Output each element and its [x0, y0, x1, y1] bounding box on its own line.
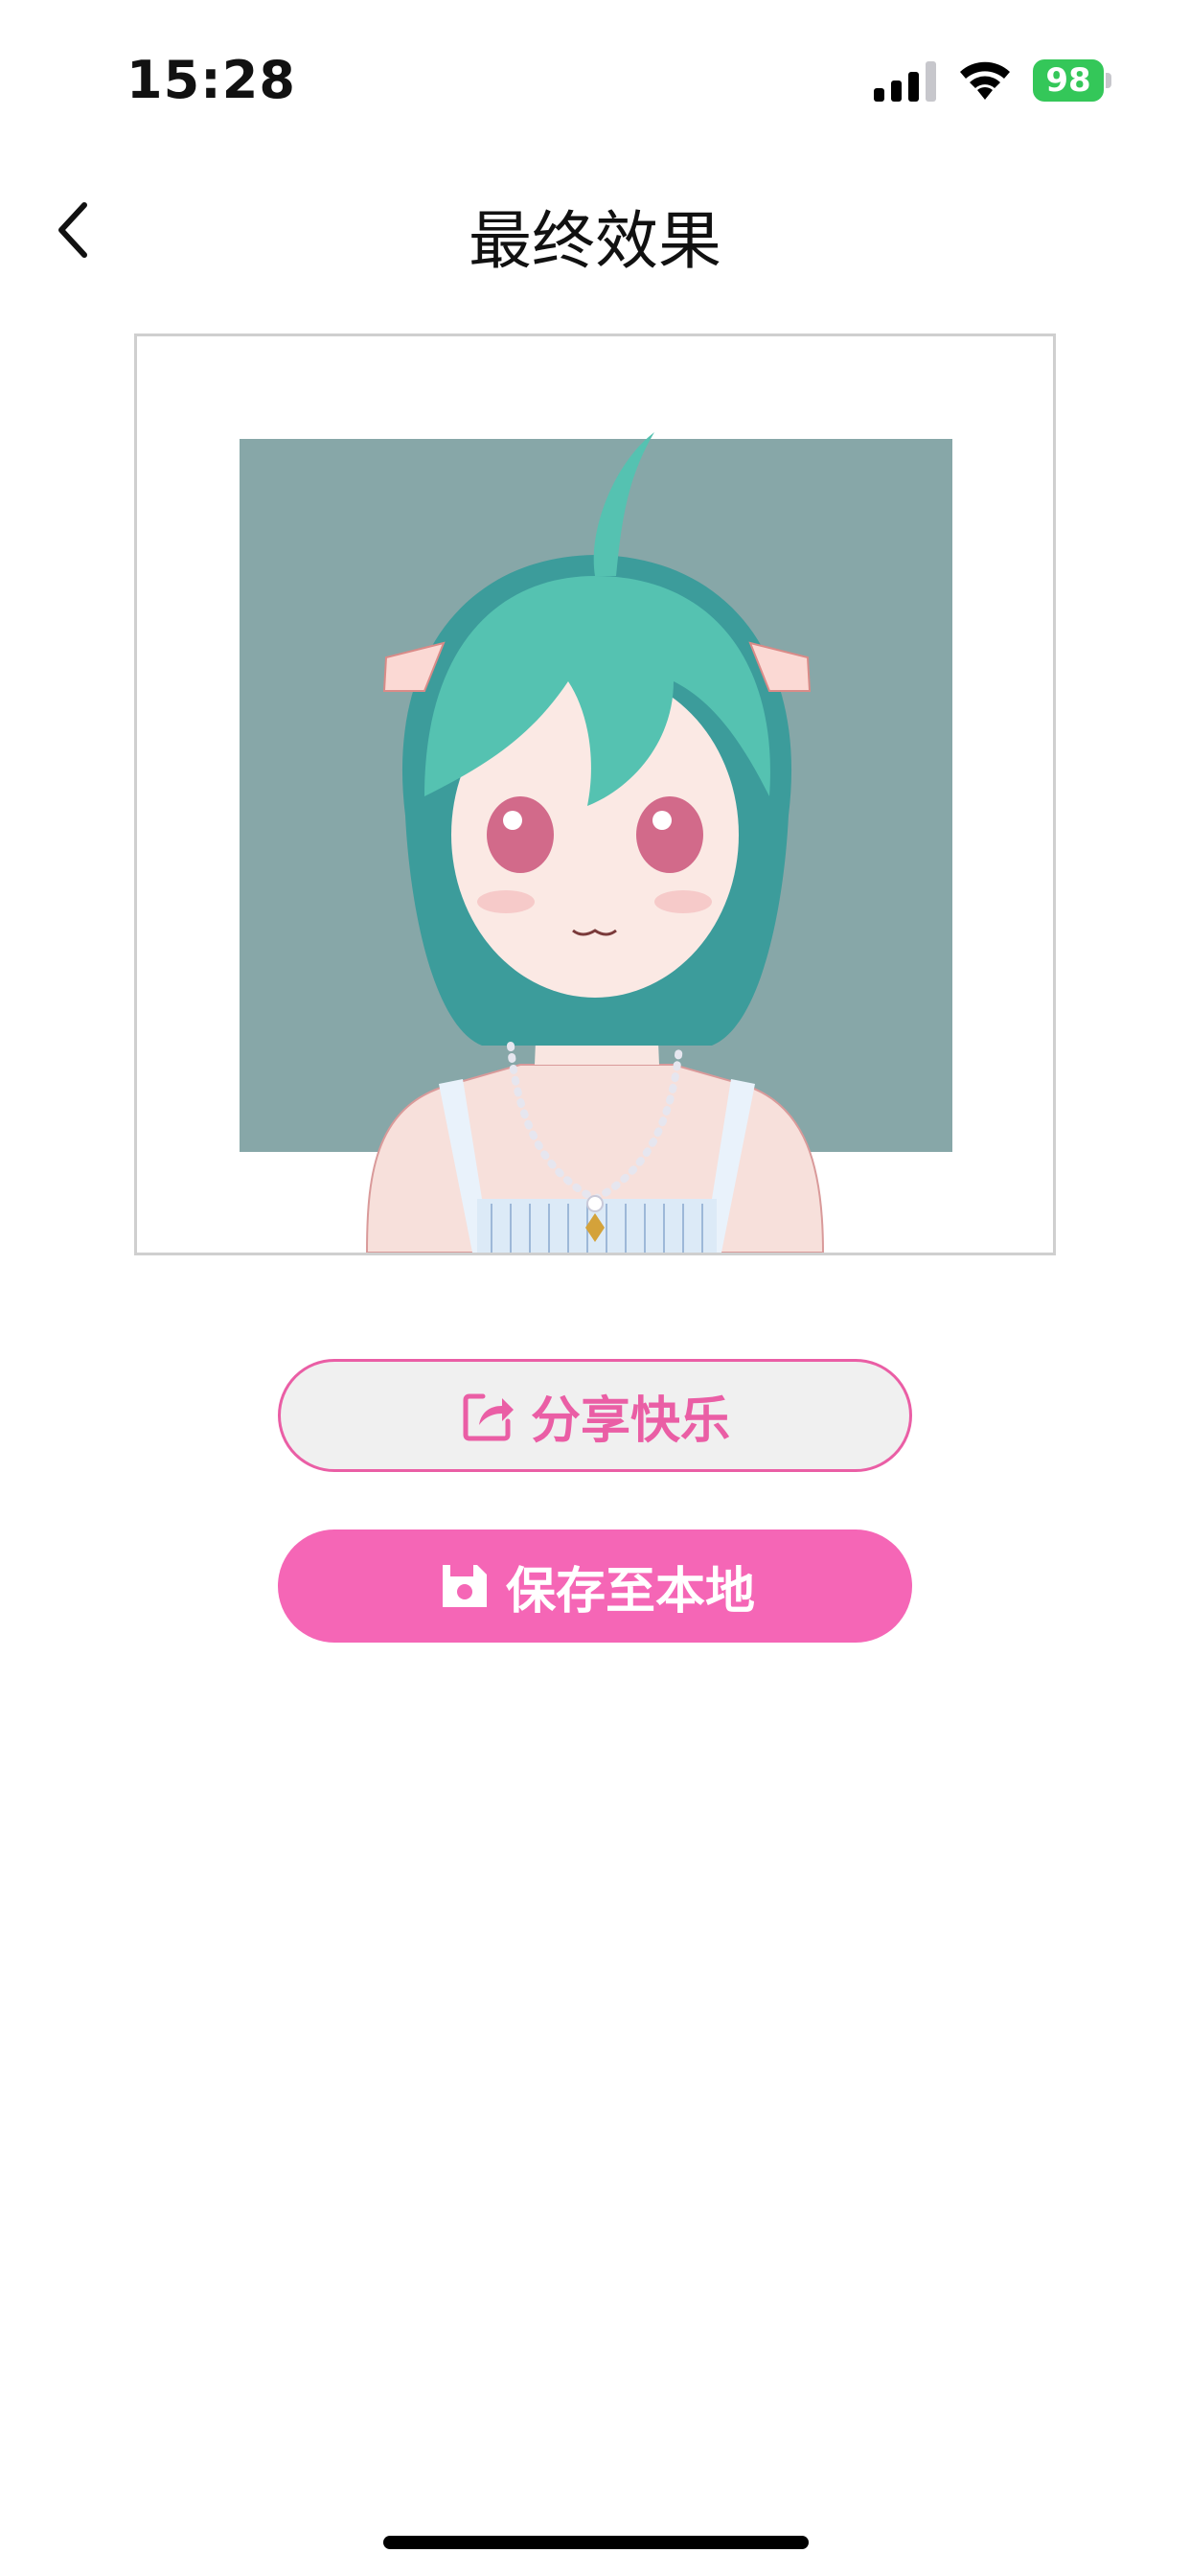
avatar-frame [134, 334, 1056, 1255]
battery-level: 98 [1033, 59, 1104, 102]
wifi-icon [960, 61, 1010, 100]
save-icon [442, 1565, 487, 1607]
share-icon [463, 1393, 514, 1441]
save-button[interactable]: 保存至本地 [278, 1530, 912, 1643]
share-button-label: 分享快乐 [530, 1392, 730, 1450]
status-time: 15:28 [126, 50, 296, 110]
avatar-illustration [365, 432, 825, 1253]
nav-bar: 最终效果 [0, 163, 1190, 288]
battery-icon: 98 [1033, 59, 1111, 102]
cellular-signal-icon [874, 61, 936, 102]
save-button-label: 保存至本地 [505, 1562, 755, 1621]
battery-cap [1106, 73, 1111, 88]
home-indicator[interactable] [383, 2536, 809, 2549]
status-bar: 15:28 98 [0, 0, 1190, 144]
share-button[interactable]: 分享快乐 [278, 1359, 912, 1472]
page-title: 最终效果 [469, 204, 721, 278]
